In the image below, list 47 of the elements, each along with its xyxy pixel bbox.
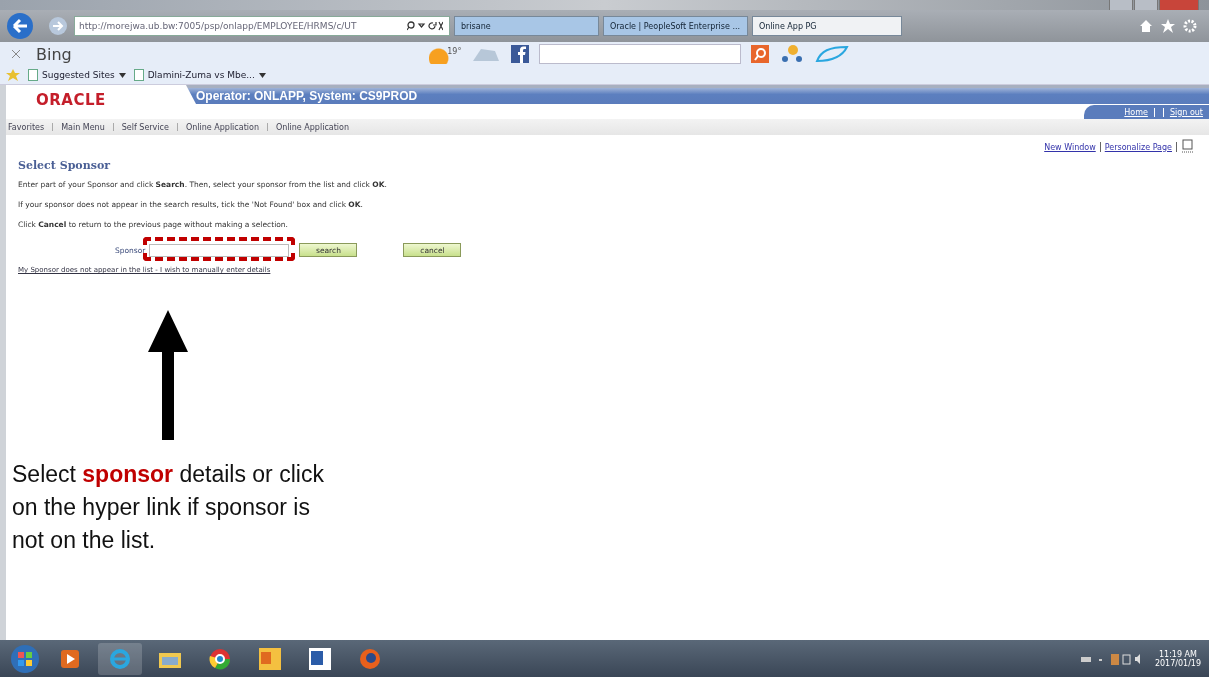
forward-button[interactable] — [48, 16, 68, 36]
oracle-logo: ORACLE — [35, 90, 107, 105]
close-icon[interactable] — [12, 50, 20, 58]
caret-icon[interactable] — [118, 72, 126, 78]
caret-icon[interactable] — [258, 72, 266, 78]
search-field[interactable] — [539, 44, 742, 64]
page-title: Select Sponsor — [18, 159, 112, 172]
home-icon[interactable] — [1139, 19, 1153, 33]
settings-icon[interactable] — [1183, 19, 1197, 33]
favorites-star-icon[interactable] — [6, 69, 20, 81]
page-icon — [133, 69, 144, 81]
annotation-text: Select sponsor details or click — [12, 460, 325, 489]
browser-tab[interactable]: brisane — [454, 16, 599, 36]
facebook-icon[interactable] — [511, 45, 530, 63]
help-icon[interactable] — [1181, 139, 1195, 155]
page-link[interactable]: New Window — [1044, 142, 1096, 152]
page-link[interactable]: Personalize Page — [1104, 142, 1172, 152]
weather-widget[interactable]: 19° — [429, 44, 462, 64]
breadcrumb-item[interactable]: Favorites — [8, 122, 45, 132]
header-link[interactable]: Home — [1124, 108, 1148, 117]
bookmark-link[interactable]: Dlamini-Zuma vs Mbe... — [147, 70, 255, 80]
address-controls-icon[interactable] — [407, 21, 443, 31]
breadcrumb-item[interactable]: Online Application — [185, 122, 259, 132]
breadcrumb-item[interactable]: Main Menu — [61, 122, 105, 132]
breadcrumb-item[interactable]: Self Service — [121, 122, 169, 132]
sponsor-field[interactable] — [149, 243, 290, 257]
address-bar[interactable]: http://morejwa.ub.bw:7005/psp/onlapp/EMPLOYEE/HRMS/c/UT — [74, 16, 450, 36]
arrow-icon — [148, 310, 188, 440]
search-icon[interactable] — [751, 45, 770, 63]
bookmark-link[interactable]: Suggested Sites — [42, 70, 115, 80]
start-button[interactable] — [8, 642, 42, 675]
page-icon — [28, 69, 38, 81]
operator-info: Operator: ONLAPP, System: CS9PROD — [196, 89, 418, 103]
close-button[interactable] — [1159, 0, 1199, 11]
browser-tab[interactable]: Online App PG — [752, 16, 902, 36]
browser-tab[interactable]: Oracle | PeopleSoft Enterprise ... — [603, 16, 748, 36]
header-link[interactable]: Sign out — [1169, 108, 1203, 117]
maximize-button[interactable] — [1134, 0, 1158, 11]
annotation-text: not on the list. — [12, 526, 157, 555]
tray-icon[interactable] — [1080, 651, 1141, 666]
clock[interactable]: 11:19 AM 2017/01/19 — [1154, 649, 1201, 668]
annotation-text: on the hyper link if sponsor is — [12, 493, 311, 522]
browser-icon[interactable] — [98, 642, 142, 675]
bing-logo[interactable]: Bing — [36, 44, 72, 64]
minimize-button[interactable] — [1109, 0, 1133, 11]
breadcrumb-item[interactable]: Online Application — [275, 122, 349, 132]
star-icon[interactable] — [1161, 19, 1175, 33]
